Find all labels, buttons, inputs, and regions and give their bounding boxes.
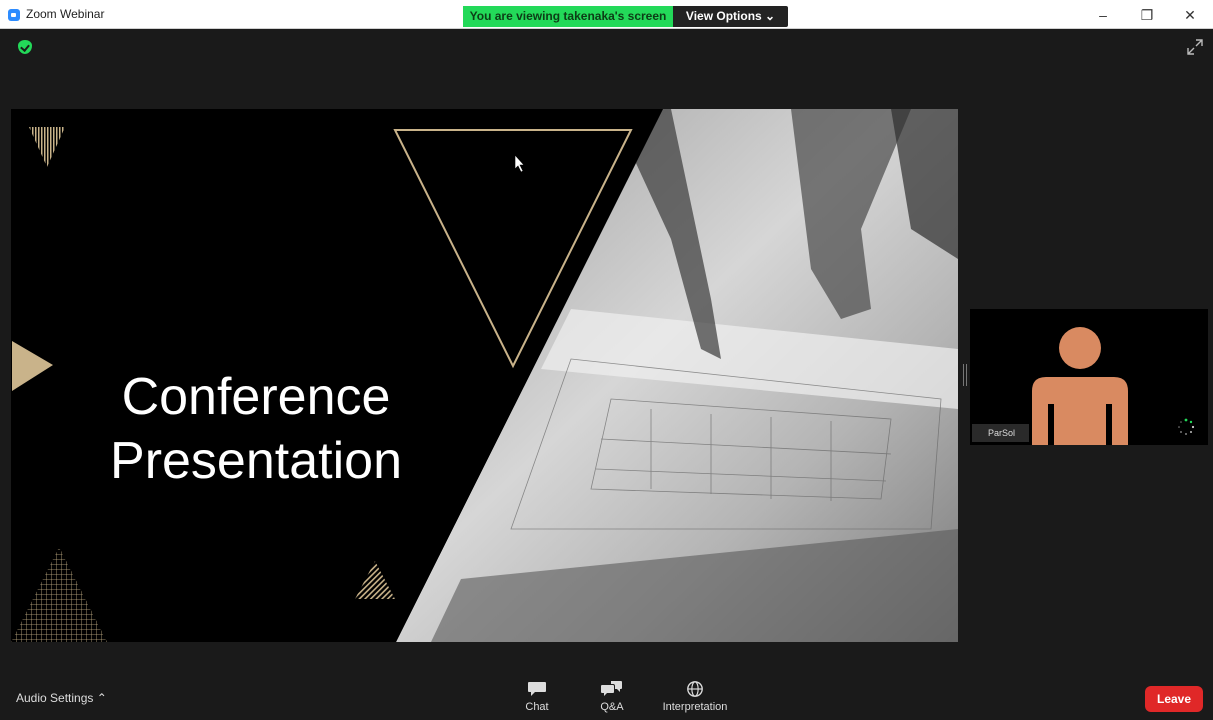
qa-bubbles-icon	[601, 681, 622, 696]
slide-title: Conference Presentation	[71, 365, 441, 493]
interpretation-button[interactable]: Interpretation	[654, 680, 736, 713]
restore-button[interactable]: ❐	[1127, 5, 1167, 25]
expand-icon[interactable]	[1186, 38, 1204, 56]
zoom-app-icon	[8, 9, 20, 21]
audio-settings-button[interactable]: Audio Settings ⌃	[16, 691, 107, 705]
slide-title-line-1: Conference	[121, 368, 391, 426]
chat-button[interactable]: Chat	[517, 680, 557, 713]
viewing-screen-banner: You are viewing takenaka's screen	[463, 6, 673, 27]
chat-label: Chat	[525, 701, 549, 713]
panel-resize-handle[interactable]	[963, 364, 967, 386]
chat-bubble-icon	[528, 682, 546, 696]
close-button[interactable]: ✕	[1170, 5, 1210, 25]
slide-title-line-2: Presentation	[110, 432, 402, 490]
globe-icon	[687, 681, 703, 697]
shared-screen: Conference Presentation	[11, 109, 958, 642]
participant-name-label: ParSol	[972, 424, 1030, 442]
qa-label: Q&A	[600, 701, 624, 713]
minimize-button[interactable]: –	[1083, 5, 1123, 25]
window-title: Zoom Webinar	[26, 7, 105, 21]
leave-button[interactable]: Leave	[1145, 686, 1203, 712]
shield-check-icon[interactable]	[18, 40, 32, 54]
interpretation-label: Interpretation	[662, 701, 728, 713]
qa-button[interactable]: Q&A	[592, 680, 632, 713]
spinner-icon	[1178, 418, 1195, 435]
view-options-button[interactable]: View Options ⌄	[673, 6, 788, 27]
